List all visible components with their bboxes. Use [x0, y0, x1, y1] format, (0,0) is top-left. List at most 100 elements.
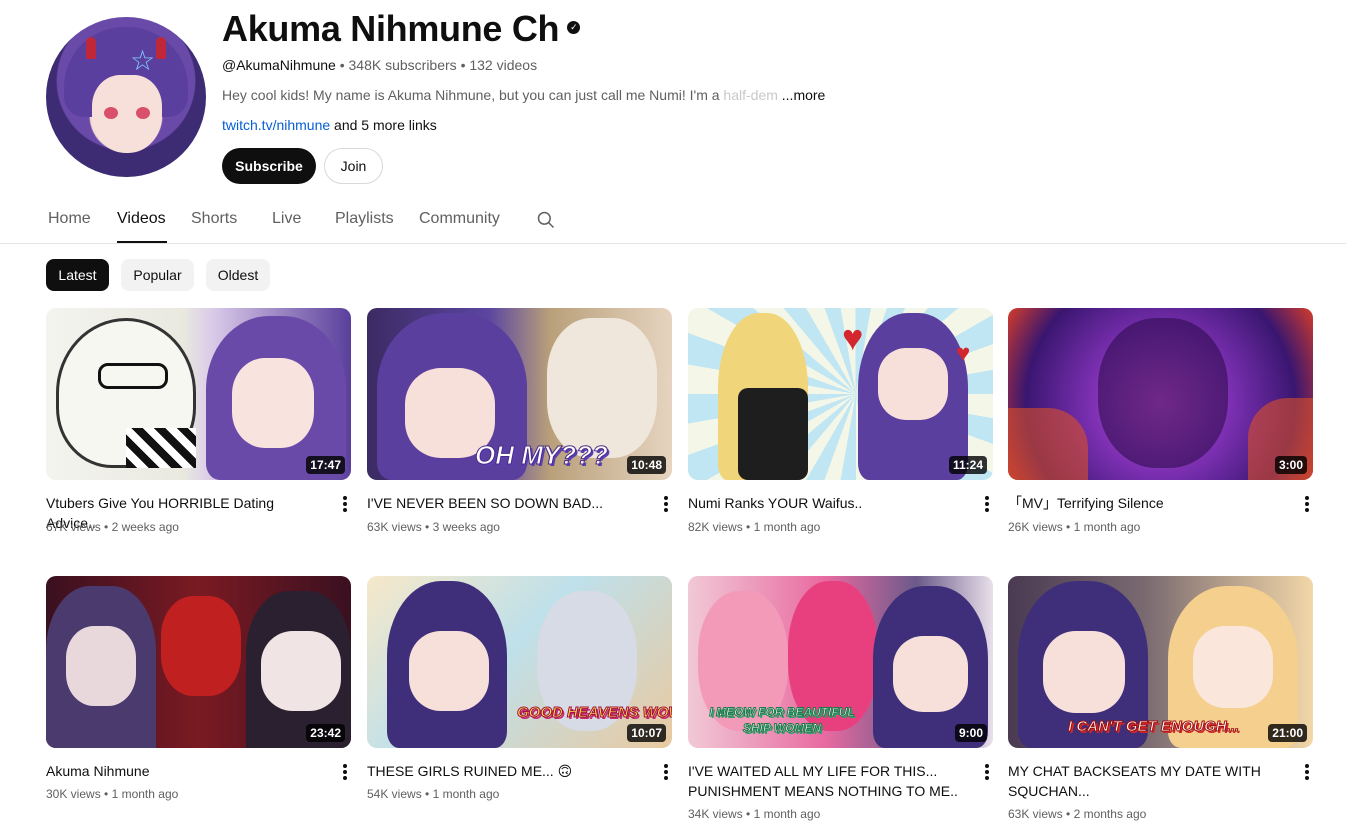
video-thumbnail[interactable]: 17:47: [46, 308, 351, 480]
video-title[interactable]: I'VE NEVER BEEN SO DOWN BAD...: [367, 493, 642, 513]
thumb-face: [232, 358, 314, 448]
video-title[interactable]: Numi Ranks YOUR Waifus..: [688, 493, 963, 513]
tab-playlists[interactable]: Playlists: [335, 210, 394, 228]
channel-avatar[interactable]: ☆: [46, 17, 206, 177]
channel-handle: @AkumaNihmune: [222, 57, 336, 73]
avatar-horn-right: [156, 37, 166, 59]
video-thumbnail[interactable]: 3:00: [1008, 308, 1313, 480]
tab-live[interactable]: Live: [272, 210, 301, 228]
video-stats: 54K views • 1 month ago: [367, 787, 500, 801]
upload-age: 1 month ago: [111, 787, 179, 801]
tab-shorts[interactable]: Shorts: [191, 210, 237, 228]
video-stats: 63K views • 3 weeks ago: [367, 520, 500, 534]
thumb-face: [878, 348, 948, 420]
video-thumbnail[interactable]: I MEOW FOR BEAUTIFUL SHIP WOMEN 9:00: [688, 576, 993, 748]
thumb-flame: [1008, 408, 1088, 480]
active-tab-indicator: [117, 241, 167, 243]
upload-age: 2 months ago: [1073, 807, 1147, 821]
upload-age: 2 weeks ago: [111, 520, 179, 534]
more-options-icon[interactable]: [662, 494, 670, 514]
verified-check-icon: ✓: [567, 20, 581, 34]
upload-age: 1 month ago: [753, 520, 821, 534]
video-title[interactable]: MY CHAT BACKSEATS MY DATE WITH SQUCHAN..…: [1008, 761, 1283, 801]
thumb-face: [1043, 631, 1125, 713]
channel-links: twitch.tv/nihmune and 5 more links: [222, 117, 437, 133]
search-icon[interactable]: [536, 210, 556, 230]
channel-description[interactable]: Hey cool kids! My name is Akuma Nihmune,…: [222, 87, 825, 103]
more-options-icon[interactable]: [983, 494, 991, 514]
more-options-icon[interactable]: [983, 762, 991, 782]
avatar-eye-right: [136, 107, 150, 119]
more-options-icon[interactable]: [1303, 494, 1311, 514]
description-fade-text: half-dem: [723, 87, 778, 103]
video-duration: 3:00: [1274, 456, 1307, 474]
video-title[interactable]: I'VE WAITED ALL MY LIFE FOR THIS... PUNI…: [688, 761, 963, 801]
video-thumbnail[interactable]: ♥ ♥ 11:24: [688, 308, 993, 480]
video-duration: 9:00: [954, 724, 987, 742]
checker-pattern: [126, 428, 196, 468]
video-duration: 17:47: [306, 456, 345, 474]
thumb-overlay-text: I CAN'T GET ENOUGH...: [1067, 718, 1240, 736]
video-thumbnail[interactable]: 23:42: [46, 576, 351, 748]
video-title[interactable]: THESE GIRLS RUINED ME... 🙃: [367, 761, 642, 781]
video-stats: 26K views • 1 month ago: [1008, 520, 1141, 534]
video-duration: 10:07: [627, 724, 666, 742]
subscriber-count: 348K subscribers: [348, 57, 457, 73]
more-links-button[interactable]: and 5 more links: [330, 117, 437, 133]
view-count: 34K views: [688, 807, 743, 821]
view-count: 63K views: [1008, 807, 1063, 821]
description-text: Hey cool kids! My name is Akuma Nihmune,…: [222, 87, 724, 103]
thumb-silhouette: [1098, 318, 1228, 468]
video-stats: 67K views • 2 weeks ago: [46, 520, 179, 534]
more-options-icon[interactable]: [341, 494, 349, 514]
tab-community[interactable]: Community: [419, 210, 500, 228]
chip-oldest[interactable]: Oldest: [206, 259, 270, 291]
chip-latest[interactable]: Latest: [46, 259, 109, 291]
thumb-face: [1193, 626, 1273, 708]
thumb-demon: [161, 596, 241, 696]
video-thumbnail[interactable]: I CAN'T GET ENOUGH... 21:00: [1008, 576, 1313, 748]
thumb-face: [893, 636, 968, 712]
video-duration: 23:42: [306, 724, 345, 742]
channel-header: ☆ Akuma Nihmune Ch ✓ @AkumaNihmune • 348K…: [46, 8, 1306, 198]
thumb-outfit: [738, 388, 808, 480]
twitch-link[interactable]: twitch.tv/nihmune: [222, 117, 330, 133]
video-thumbnail[interactable]: OH MY??? 10:48: [367, 308, 672, 480]
thumb-overlay-text: GOOD HEAVENS WOW! OMG: [517, 704, 672, 722]
video-duration: 10:48: [627, 456, 666, 474]
star-icon: ☆: [130, 45, 156, 76]
video-stats: 30K views • 1 month ago: [46, 787, 179, 801]
video-duration: 11:24: [948, 456, 987, 474]
video-title[interactable]: 「MV」Terrifying Silence: [1008, 493, 1283, 513]
chip-popular[interactable]: Popular: [121, 259, 194, 291]
more-link[interactable]: ...more: [782, 87, 826, 103]
thumb-face: [261, 631, 341, 711]
view-count: 63K views: [367, 520, 422, 534]
avatar-horn-left: [86, 37, 96, 59]
more-options-icon[interactable]: [662, 762, 670, 782]
channel-tabs: Home Videos Shorts Live Playlists Commun…: [0, 198, 1346, 244]
more-options-icon[interactable]: [341, 762, 349, 782]
thumb-face: [409, 631, 489, 711]
thumb-character-right: [547, 318, 657, 458]
join-button[interactable]: Join: [324, 148, 383, 184]
upload-age: 1 month ago: [432, 787, 500, 801]
tab-videos[interactable]: Videos: [117, 210, 166, 228]
video-stats: 34K views • 1 month ago: [688, 807, 821, 821]
video-title[interactable]: Akuma Nihmune: [46, 761, 321, 781]
channel-title: Akuma Nihmune Ch ✓: [222, 8, 581, 50]
upload-age: 3 weeks ago: [432, 520, 500, 534]
view-count: 26K views: [1008, 520, 1063, 534]
tab-home[interactable]: Home: [48, 210, 91, 228]
video-duration: 21:00: [1268, 724, 1307, 742]
channel-name-text: Akuma Nihmune Ch: [222, 8, 560, 49]
video-count: 132 videos: [469, 57, 538, 73]
more-options-icon[interactable]: [1303, 762, 1311, 782]
channel-meta: @AkumaNihmune • 348K subscribers • 132 v…: [222, 57, 537, 73]
view-count: 67K views: [46, 520, 101, 534]
video-stats: 82K views • 1 month ago: [688, 520, 821, 534]
view-count: 54K views: [367, 787, 422, 801]
avatar-eye-left: [104, 107, 118, 119]
subscribe-button[interactable]: Subscribe: [222, 148, 316, 184]
video-thumbnail[interactable]: GOOD HEAVENS WOW! OMG 10:07: [367, 576, 672, 748]
